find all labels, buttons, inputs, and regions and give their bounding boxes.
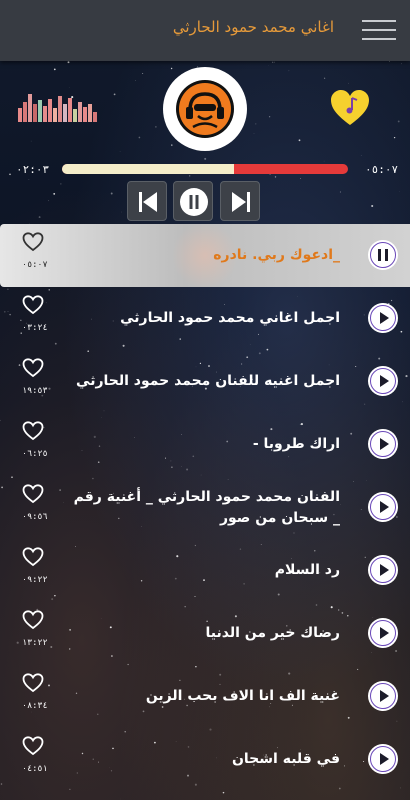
play-icon[interactable] (368, 303, 398, 333)
skip-previous-button[interactable] (127, 181, 167, 221)
song-duration: ٠٨:٣٤ (22, 701, 48, 711)
total-time: ٠٥:٠٧ (365, 163, 399, 176)
play-icon[interactable] (368, 681, 398, 711)
song-title: رد السلام (274, 562, 340, 578)
play-icon[interactable] (368, 366, 398, 396)
song-row[interactable]: ١٣:٢٢ رضاك خير من الدنيا (0, 602, 410, 665)
seek-bar-played (62, 164, 234, 174)
song-title: اجمل اغاني محمد حمود الحارثي (120, 310, 340, 326)
favorite-heart-icon[interactable] (22, 295, 44, 315)
song-duration: ٠٩:٢٢ (22, 575, 48, 585)
play-icon[interactable] (368, 744, 398, 774)
skip-previous-icon (139, 192, 157, 212)
song-row[interactable]: ٠٩:٢٢ رد السلام (0, 539, 410, 602)
app-title: اغاني محمد حمود الحارثي (172, 18, 334, 36)
song-title: الفنان محمد حمود الحارثي _ أغنية رقم _ س… (73, 488, 340, 526)
favorite-heart-icon[interactable] (22, 736, 44, 756)
song-row[interactable]: ٠٩:٥٦ الفنان محمد حمود الحارثي _ أغنية رق… (0, 476, 410, 539)
album-logo (163, 67, 247, 151)
elapsed-time: ٠٢:٠٣ (16, 163, 50, 176)
song-row[interactable]: ١٩:٥٣ اجمل اغنيه للفنان محمد حمود الحارثي (0, 350, 410, 413)
hamburger-menu-icon[interactable] (362, 18, 396, 42)
skip-next-button[interactable] (220, 181, 260, 221)
song-row[interactable]: ٠٦:٢٥ اراك طروبا - (0, 413, 410, 476)
song-list: ٠٥:٠٧ _ادعوك ربي. نادره ٠٣:٢٤ اجمل اغاني مح… (0, 224, 410, 791)
favorite-heart-icon[interactable] (22, 484, 44, 504)
favorite-heart-icon[interactable] (22, 610, 44, 630)
song-duration: ٠٩:٥٦ (22, 512, 48, 522)
song-duration: ١٣:٢٢ (22, 638, 48, 648)
song-title: غنية الف انا الاف بحب الزين (145, 688, 340, 704)
skip-next-icon (232, 192, 250, 212)
heart-music-note-icon[interactable] (328, 88, 372, 128)
song-title: اجمل اغنيه للفنان محمد حمود الحارثي (76, 373, 340, 389)
play-icon[interactable] (368, 618, 398, 648)
favorite-heart-icon[interactable] (22, 232, 44, 252)
song-duration: ٠٣:٢٤ (22, 323, 48, 333)
headphones-listener-icon (176, 80, 234, 138)
song-row[interactable]: ٠٨:٣٤ غنية الف انا الاف بحب الزين (0, 665, 410, 728)
song-title: رضاك خير من الدنيا (205, 625, 340, 641)
equalizer-bars-icon (18, 94, 97, 122)
play-icon[interactable] (368, 555, 398, 585)
app-header: اغاني محمد حمود الحارثي (0, 0, 410, 61)
favorite-heart-icon[interactable] (22, 358, 44, 378)
song-row[interactable]: ٠٣:٢٤ اجمل اغاني محمد حمود الحارثي (0, 287, 410, 350)
song-title: في قلبه اشجان (231, 751, 340, 767)
song-duration: ٠٥:٠٧ (22, 260, 48, 270)
play-icon[interactable] (368, 492, 398, 522)
song-title: اراك طروبا - (252, 436, 340, 452)
pause-icon[interactable] (368, 240, 398, 270)
favorite-heart-icon[interactable] (22, 421, 44, 441)
play-icon[interactable] (368, 429, 398, 459)
song-row[interactable]: ٠٤:٥١ في قلبه اشجان (0, 728, 410, 791)
song-duration: ١٩:٥٣ (22, 386, 48, 396)
song-duration: ٠٤:٥١ (22, 764, 48, 774)
song-duration: ٠٦:٢٥ (22, 449, 48, 459)
song-row[interactable]: ٠٥:٠٧ _ادعوك ربي. نادره (0, 224, 410, 287)
favorite-heart-icon[interactable] (22, 547, 44, 567)
favorite-heart-icon[interactable] (22, 673, 44, 693)
song-title: _ادعوك ربي. نادره (213, 247, 340, 263)
seek-bar[interactable] (62, 164, 348, 174)
pause-button[interactable] (173, 181, 213, 221)
pause-icon (180, 188, 208, 216)
